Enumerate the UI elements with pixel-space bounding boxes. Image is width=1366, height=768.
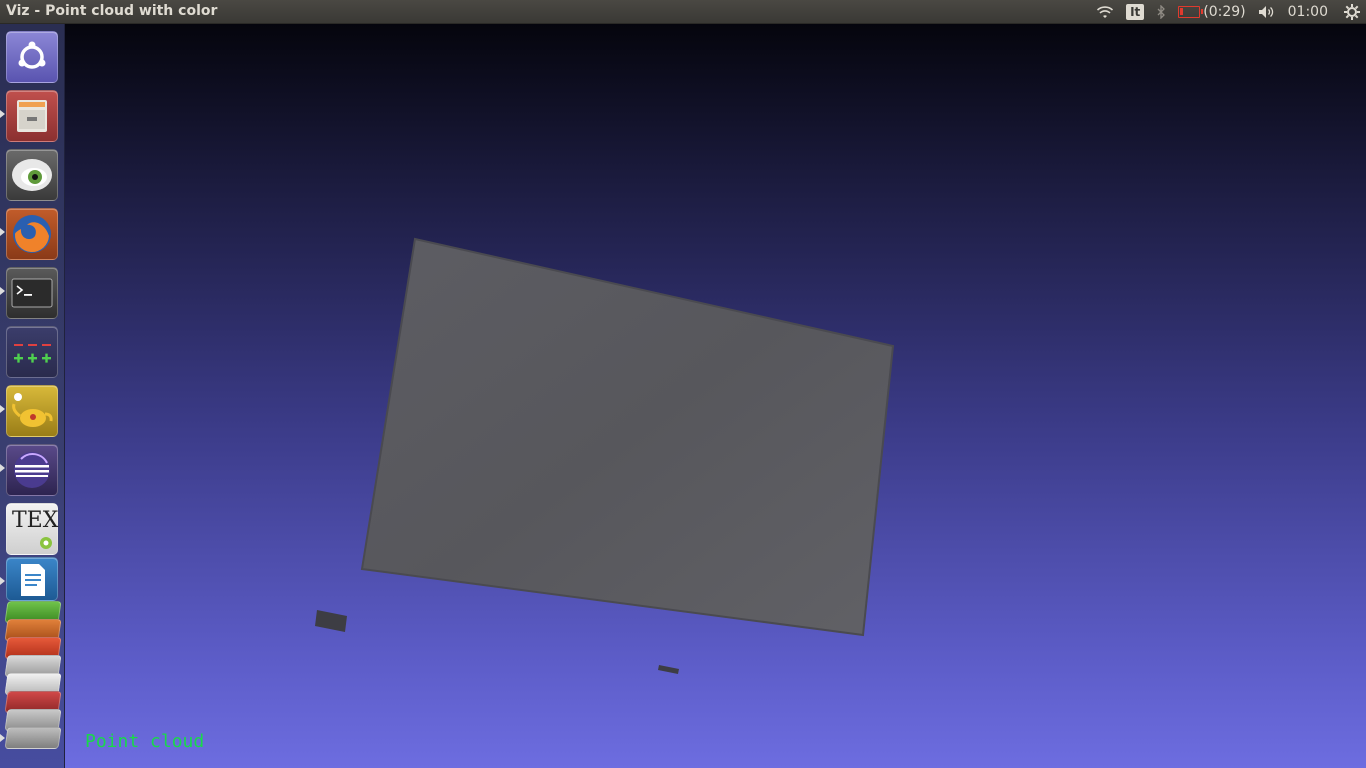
top-panel: Viz - Point cloud with color It (0:29) 0… — [0, 0, 1366, 24]
launcher-firefox[interactable] — [6, 208, 58, 260]
point-cloud-render — [315, 237, 895, 674]
point-cloud-fragment — [658, 665, 679, 674]
eclipse-icon — [14, 452, 50, 488]
launcher-folded-trash[interactable] — [4, 727, 62, 749]
ubuntu-icon — [18, 41, 46, 69]
launcher-tex-editor[interactable]: TEX — [6, 503, 58, 555]
launcher-dash-home[interactable] — [6, 31, 58, 83]
gear-badge-icon — [40, 537, 52, 549]
window-title: Viz - Point cloud with color — [6, 3, 218, 19]
file-cabinet-icon — [17, 100, 47, 132]
3d-viewport[interactable]: Point cloud — [65, 24, 1366, 768]
running-indicator — [0, 734, 5, 742]
battery-icon — [1178, 6, 1204, 18]
indicator-area: It (0:29) 01:00 — [1090, 0, 1366, 24]
keyboard-layout-label: It — [1126, 4, 1145, 20]
running-indicator — [0, 577, 5, 585]
teapot-icon — [12, 393, 53, 427]
battery-indicator[interactable]: (0:29) — [1178, 0, 1246, 24]
viewport-caption: Point cloud — [85, 731, 205, 752]
eye-icon — [12, 159, 52, 191]
launcher-eclipse[interactable] — [6, 444, 58, 496]
tex-icon: TEX — [12, 508, 59, 533]
launcher-genie[interactable] — [6, 385, 58, 437]
launcher-calculator[interactable] — [6, 326, 58, 378]
keyboard-layout-indicator[interactable]: It — [1126, 0, 1145, 24]
clock[interactable]: 01:00 — [1288, 0, 1328, 24]
volume-icon[interactable] — [1258, 0, 1276, 24]
launcher-image-viewer[interactable] — [6, 149, 58, 201]
plus-minus-icon — [14, 344, 51, 363]
writer-icon — [21, 564, 45, 596]
launcher-libreoffice-writer[interactable] — [6, 557, 58, 601]
system-gear-icon[interactable] — [1344, 0, 1360, 24]
wifi-icon[interactable] — [1096, 0, 1114, 24]
launcher-file-manager[interactable] — [6, 90, 58, 142]
launcher: TEX — [0, 24, 65, 768]
point-cloud-fragment — [315, 610, 347, 632]
running-indicator — [0, 110, 5, 118]
bluetooth-icon[interactable] — [1156, 0, 1166, 24]
battery-time: (0:29) — [1203, 4, 1246, 20]
point-cloud-plane — [360, 237, 895, 637]
running-indicator — [0, 464, 5, 472]
running-indicator — [0, 228, 5, 236]
running-indicator — [0, 405, 5, 413]
running-indicator — [0, 287, 5, 295]
terminal-icon — [11, 278, 53, 308]
firefox-icon — [13, 215, 51, 253]
launcher-terminal[interactable] — [6, 267, 58, 319]
